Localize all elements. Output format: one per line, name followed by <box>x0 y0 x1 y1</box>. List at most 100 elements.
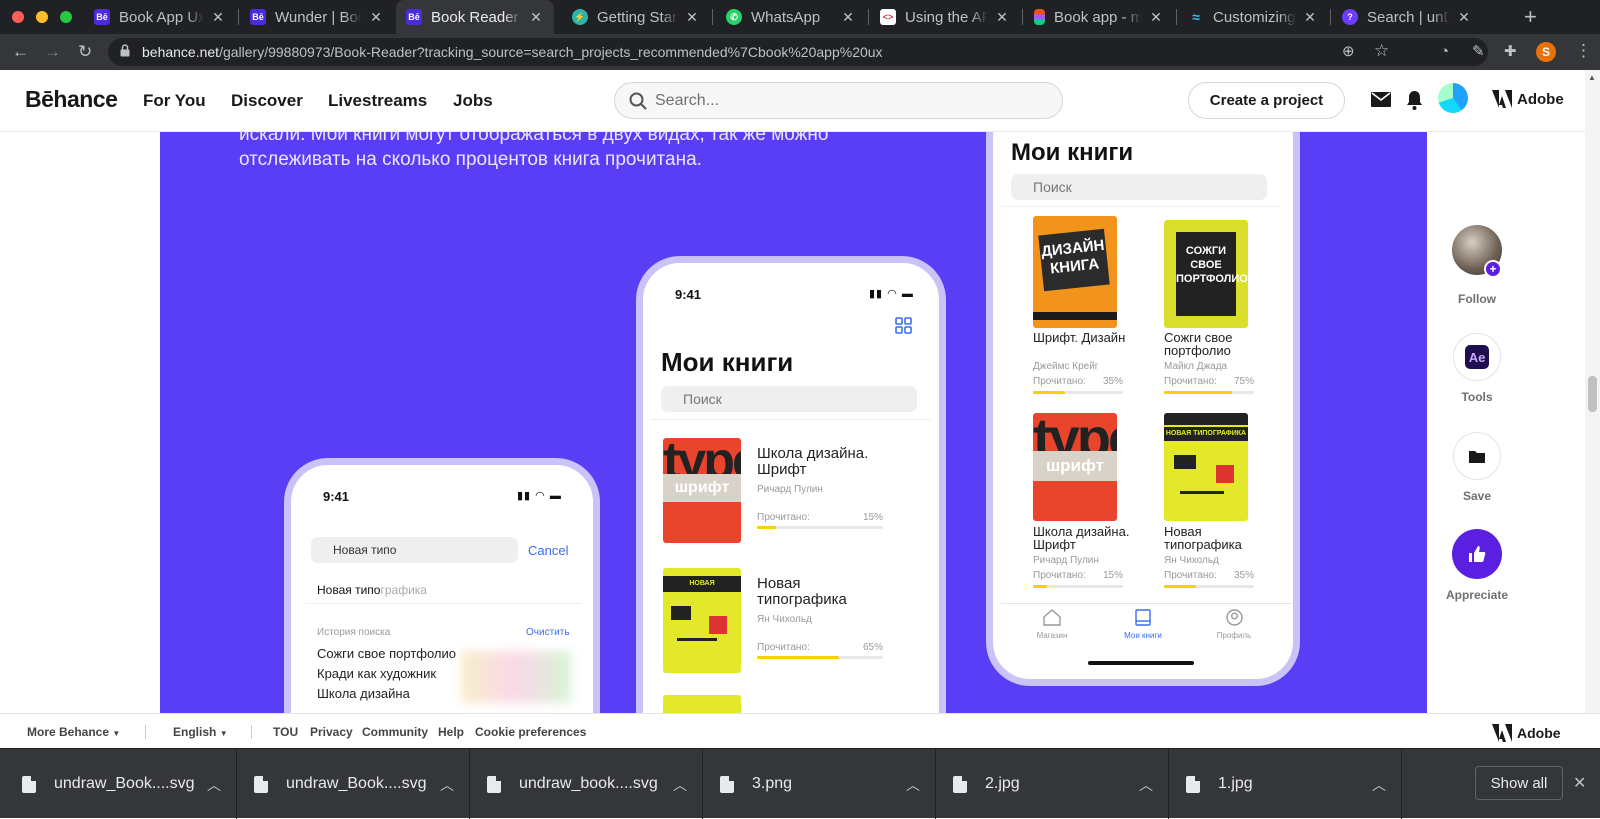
search-input[interactable]: Search... <box>614 82 1063 119</box>
footer-link-privacy[interactable]: Privacy <box>310 725 353 739</box>
download-item[interactable]: undraw_Book....svg <box>254 749 427 819</box>
scrollbar-thumb[interactable] <box>1588 376 1597 412</box>
nav-for-you[interactable]: For You <box>143 91 206 111</box>
follow-label[interactable]: Follow <box>1437 292 1517 306</box>
address-bar[interactable]: behance.net/gallery/99880973/Book-Reader… <box>108 38 1488 66</box>
close-tab-icon[interactable]: ✕ <box>210 9 226 26</box>
close-tab-icon[interactable]: ✕ <box>528 9 544 26</box>
adobe-label[interactable]: Adobe <box>1517 91 1564 108</box>
create-project-button[interactable]: Create a project <box>1188 82 1345 119</box>
maximize-window-button[interactable] <box>60 11 72 23</box>
history-item[interactable]: Сожги свое портфолио <box>317 646 456 661</box>
footer-link-help[interactable]: Help <box>438 725 464 739</box>
browser-tab[interactable]: Book app - m ✕ <box>1024 0 1174 34</box>
language-dropdown[interactable]: English ▼ <box>173 725 228 739</box>
more-behance-dropdown[interactable]: More Behance ▼ <box>27 725 120 739</box>
book-cover-design[interactable]: ДИЗАЙН КНИГА <box>1033 216 1117 328</box>
close-tab-icon[interactable]: ✕ <box>840 9 856 26</box>
user-avatar[interactable] <box>1438 83 1468 113</box>
book-cover-novaya[interactable]: НОВАЯ ТИПОГРАФИКА <box>1164 413 1248 521</box>
browser-tab[interactable]: ✆ WhatsApp ✕ <box>716 0 866 34</box>
close-tab-icon[interactable]: ✕ <box>684 9 700 26</box>
bell-icon[interactable] <box>1406 90 1423 115</box>
adobe-footer-label[interactable]: Adobe <box>1517 725 1561 741</box>
menu-kebab-icon[interactable]: ⋮ <box>1575 41 1592 61</box>
close-tab-icon[interactable]: ✕ <box>1302 9 1318 26</box>
cancel-link[interactable]: Cancel <box>528 543 568 558</box>
profile-avatar[interactable]: S <box>1536 42 1556 62</box>
book-cover-novaya[interactable]: НОВАЯ ТИПОГРАФИКА <box>663 568 741 673</box>
adobe-logo-icon[interactable] <box>1492 90 1512 113</box>
tab-my-books[interactable]: Мои книги <box>1113 609 1173 640</box>
book-title[interactable]: Новая типографика <box>1164 525 1264 551</box>
tab-store[interactable]: Магазин <box>1027 609 1077 640</box>
search-field[interactable]: Поиск <box>1011 174 1267 200</box>
tools-button[interactable]: Ae <box>1453 333 1501 381</box>
footer-link-community[interactable]: Community <box>362 725 428 739</box>
show-all-button[interactable]: Show all <box>1475 766 1563 800</box>
save-button[interactable] <box>1453 432 1501 480</box>
close-tab-icon[interactable]: ✕ <box>1456 9 1472 26</box>
chevron-up-icon[interactable]: ︿ <box>673 775 687 795</box>
behance-logo[interactable]: Bēhance <box>25 86 118 113</box>
close-tab-icon[interactable]: ✕ <box>368 9 384 26</box>
grid-view-icon[interactable] <box>895 317 912 339</box>
chevron-up-icon[interactable]: ︿ <box>1372 775 1386 795</box>
appreciate-button[interactable] <box>1452 529 1502 579</box>
reload-icon[interactable]: ↻ <box>78 42 92 62</box>
book-title[interactable]: Школа дизайна. Шрифт <box>1033 525 1143 551</box>
chevron-up-icon[interactable]: ︿ <box>906 775 920 795</box>
browser-tab[interactable]: <> Using the API ✕ <box>870 0 1020 34</box>
nav-livestreams[interactable]: Livestreams <box>328 91 427 111</box>
extensions-puzzle-icon[interactable]: ✚ <box>1504 42 1517 62</box>
bookmark-star-icon[interactable]: ☆ <box>1374 41 1389 61</box>
pen-extension-icon[interactable]: ✎ <box>1472 42 1485 62</box>
book-title[interactable]: Сожги свое портфолио <box>1164 331 1264 357</box>
mail-icon[interactable] <box>1371 92 1391 112</box>
download-item[interactable]: undraw_Book....svg <box>22 749 195 819</box>
browser-tab[interactable]: ≈ Customizing C ✕ <box>1178 0 1328 34</box>
nav-jobs[interactable]: Jobs <box>453 91 493 111</box>
browser-tab[interactable]: ⚡ Getting Starte ✕ <box>562 0 710 34</box>
close-tab-icon[interactable]: ✕ <box>1148 9 1164 26</box>
book-cover-partial[interactable] <box>663 695 741 713</box>
search-query-field[interactable]: Новая типо <box>311 537 518 563</box>
close-shelf-icon[interactable]: ✕ <box>1573 773 1586 793</box>
suggestion-item[interactable]: Новая типографика <box>317 583 427 597</box>
download-item[interactable]: 2.jpg <box>953 749 1020 819</box>
book-title[interactable]: Новая типографика <box>757 576 847 608</box>
browser-tab[interactable]: Bē Wunder | Boo ✕ <box>240 0 394 34</box>
footer-link-cookie-preferences[interactable]: Cookie preferences <box>475 725 586 739</box>
search-field[interactable]: Поиск <box>661 386 917 412</box>
tab-profile[interactable]: Профиль <box>1209 609 1259 640</box>
book-cover-sozhgi[interactable]: СОЖГИ СВОЕ ПОРТФОЛИО! <box>1164 220 1248 328</box>
book-title[interactable]: Шрифт. Дизайн <box>1033 331 1129 344</box>
book-cover-type[interactable]: type шрифт <box>663 438 741 543</box>
new-tab-icon[interactable]: + <box>1524 4 1537 30</box>
chevron-up-icon[interactable]: ︿ <box>1139 775 1153 795</box>
scroll-up-arrow[interactable]: ▲ <box>1588 73 1596 82</box>
book-title[interactable]: Школа дизайна. Шрифт <box>757 446 897 478</box>
clear-history-link[interactable]: Очистить <box>526 627 570 638</box>
download-item[interactable]: undraw_book....svg <box>487 749 658 819</box>
adobe-logo-icon[interactable] <box>1492 724 1512 747</box>
download-item[interactable]: 1.jpg <box>1186 749 1253 819</box>
close-tab-icon[interactable]: ✕ <box>994 9 1010 26</box>
forward-icon[interactable]: → <box>44 42 61 62</box>
history-item[interactable]: Кради как художник <box>317 666 436 681</box>
speedometer-extension-icon[interactable]: ◔ <box>1440 42 1449 62</box>
minimize-window-button[interactable] <box>36 11 48 23</box>
chevron-up-icon[interactable]: ︿ <box>440 775 454 795</box>
download-item[interactable]: 3.png <box>720 749 792 819</box>
footer-link-tou[interactable]: TOU <box>273 725 298 739</box>
browser-tab[interactable]: Bē Book App Ux ✕ <box>84 0 236 34</box>
browser-tab-active[interactable]: Bē Book Reader ( ✕ <box>396 0 554 34</box>
history-item[interactable]: Школа дизайна <box>317 686 410 701</box>
follow-plus-icon[interactable]: + <box>1484 260 1502 278</box>
book-cover-type[interactable]: type шрифт <box>1033 413 1117 521</box>
browser-tab[interactable]: ? Search | unDr ✕ <box>1332 0 1482 34</box>
zoom-icon[interactable]: ⊕ <box>1342 42 1355 62</box>
chevron-up-icon[interactable]: ︿ <box>207 775 221 795</box>
close-window-button[interactable] <box>12 11 24 23</box>
back-icon[interactable]: ← <box>12 42 29 62</box>
